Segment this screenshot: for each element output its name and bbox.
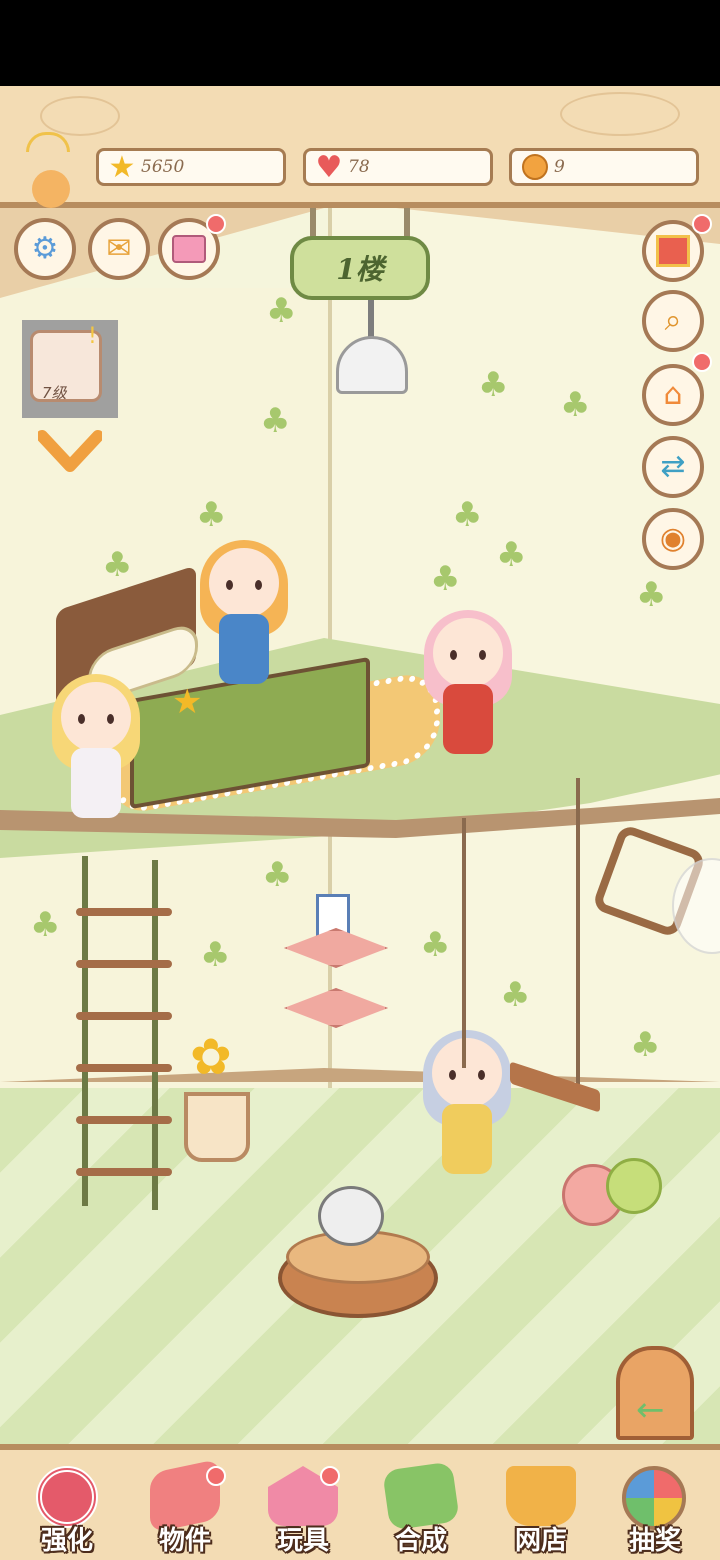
swap-house-icon: ⇄ (660, 449, 686, 484)
nav-lottery-button[interactable]: 抽奖 (600, 1462, 710, 1560)
hearts-value: 78 (348, 157, 370, 177)
gear-icon: ⚙ (31, 231, 59, 266)
girl-character-pink[interactable] (418, 610, 518, 768)
nav-merge-button[interactable]: 合成 (366, 1461, 476, 1560)
ladder-rung (76, 1064, 172, 1072)
clover-decor: ♣ (478, 365, 509, 405)
clover-decor: ♣ (560, 385, 591, 425)
candy-swirl-icon (36, 1466, 98, 1528)
swing-rope (462, 818, 466, 1068)
nav-shop-button[interactable]: 网店 (486, 1462, 596, 1560)
hamster-pet[interactable] (318, 1186, 384, 1246)
eye-icon: ◉ (659, 521, 687, 556)
avatar[interactable] (32, 170, 70, 208)
star-pickup-icon[interactable]: ★ (172, 682, 202, 722)
notification-dot (320, 1466, 340, 1486)
mail-button[interactable]: ✉ (88, 218, 150, 280)
clover-decor: ♣ (496, 535, 527, 575)
notification-dot (206, 1466, 226, 1486)
clover-decor: ♣ (102, 545, 133, 585)
flower-pot[interactable] (184, 1092, 250, 1162)
shop-basket-icon (506, 1466, 576, 1526)
pet-level: 7级 (42, 384, 67, 402)
swap-room-button[interactable]: ⇄ (642, 436, 704, 498)
clover-decor: ♣ (630, 1025, 661, 1065)
pet-alert-badge: ! (88, 324, 97, 349)
floor-sign-label: 1楼 (336, 253, 384, 286)
nav-items-button[interactable]: 物件 (130, 1458, 240, 1560)
chevron-down-icon[interactable] (38, 430, 102, 474)
sign-rope (310, 208, 316, 238)
flower-icon: ✿ (190, 1028, 232, 1086)
mouse-girl-character[interactable] (412, 1030, 522, 1198)
clover-decor: ♣ (420, 925, 451, 965)
clover-decor: ♣ (500, 975, 531, 1015)
sign-rope (404, 208, 410, 238)
clover-decor: ♣ (262, 855, 293, 895)
stars-counter: ★ 5650 (96, 148, 286, 186)
wood-grain (560, 92, 680, 136)
ladder-rung (76, 1012, 172, 1020)
lamp-cord (368, 300, 374, 340)
floor-sign[interactable]: 1楼 (290, 236, 430, 300)
nav-toys-button[interactable]: 玩具 (248, 1462, 358, 1560)
pet-house-button[interactable]: ⌂ (642, 364, 704, 426)
ladder-rung (76, 960, 172, 968)
search-button[interactable]: ⌕ (642, 290, 704, 352)
girl-character-orange[interactable] (194, 540, 294, 698)
gift-icon (656, 235, 690, 267)
clover-decor: ♣ (452, 495, 483, 535)
stars-value: 5650 (141, 157, 185, 177)
book-icon (172, 235, 206, 263)
clover-decor: ♣ (196, 495, 227, 535)
coins-value: 9 (554, 157, 565, 177)
nav-label: 抽奖 (628, 1526, 681, 1556)
magnifier-icon: ⌕ (664, 303, 682, 338)
nav-label: 玩具 (276, 1526, 329, 1556)
clover-decor: ♣ (430, 559, 461, 599)
view-toggle-button[interactable]: ◉ (642, 508, 704, 570)
nav-label: 强化 (40, 1526, 93, 1556)
coins-counter: 9 (509, 148, 699, 186)
nav-label: 网店 (514, 1526, 567, 1556)
clover-decor: ♣ (636, 575, 667, 615)
clover-decor: ♣ (200, 935, 231, 975)
mail-icon: ✉ (106, 231, 132, 266)
ladder-rung (76, 1168, 172, 1176)
settings-button[interactable]: ⚙ (14, 218, 76, 280)
nav-label: 物件 (158, 1526, 211, 1556)
yarn-ball-green[interactable] (606, 1158, 662, 1214)
ladder-rung (76, 1116, 172, 1124)
notification-dot (692, 214, 712, 234)
notification-dot (692, 352, 712, 372)
exit-door-button[interactable]: ← (616, 1346, 694, 1440)
status-bar (0, 0, 720, 86)
clover-decor: ♣ (266, 291, 297, 331)
swing-rope (576, 778, 580, 1098)
heart-icon: ♥ (315, 149, 343, 185)
arrow-left-icon: ← (636, 1390, 665, 1430)
notification-dot (206, 214, 226, 234)
paw-coin-icon (518, 150, 552, 184)
top-resource-bar: ★ 5650 ♥ 78 9 (0, 86, 720, 208)
ladder-rung (76, 908, 172, 916)
hearts-counter: ♥ 78 (303, 148, 493, 186)
wood-grain (40, 96, 120, 136)
room-scene: ♣ ♣ ♣ ♣ ♣ ♣ ♣ ♣ ♣ ♣ ♣ ♣ ♣ ♣ ♣ ♣ 1楼 ⚙ ✉ ⌕… (0, 208, 720, 1444)
pet-house-icon: ⌂ (663, 377, 683, 412)
sun-icon (26, 132, 70, 152)
bottom-nav-bar: 强化 物件 玩具 合成 网店 抽奖 (0, 1444, 720, 1560)
star-icon: ★ (108, 149, 136, 185)
girl-character-blonde[interactable] (46, 674, 146, 832)
pet-card[interactable]: 7级 ! (22, 320, 118, 418)
clover-decor: ♣ (260, 401, 291, 441)
nav-enhance-button[interactable]: 强化 (12, 1462, 122, 1560)
nav-label: 合成 (394, 1526, 447, 1556)
clover-decor: ♣ (30, 905, 61, 945)
